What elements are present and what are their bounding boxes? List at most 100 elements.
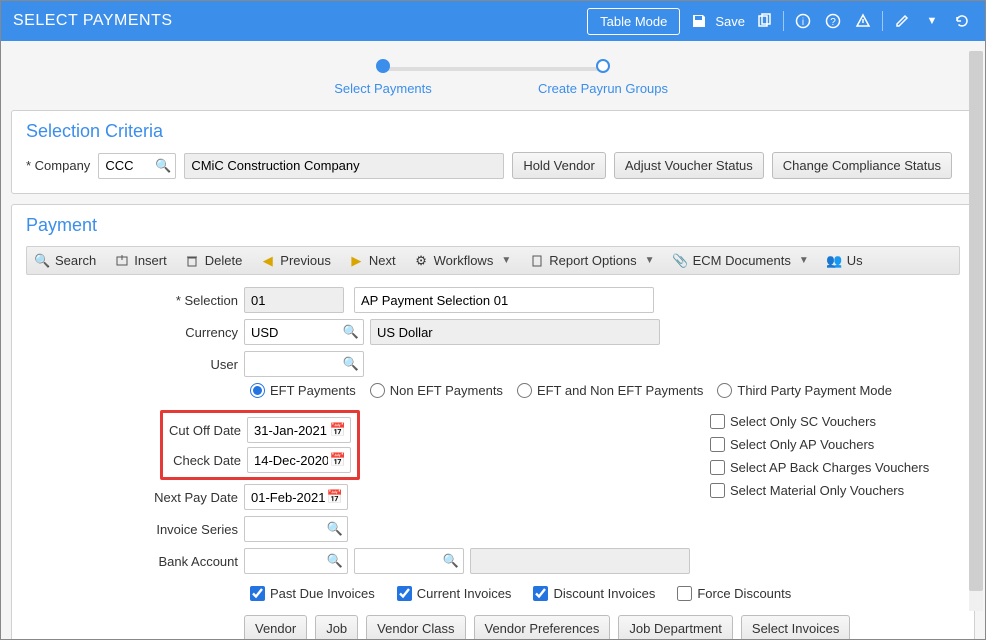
chevron-down-icon: ▼ [501, 255, 511, 266]
step-connector [383, 67, 603, 71]
user-icon: 👥 [827, 253, 842, 268]
calendar-icon[interactable]: 📅 [330, 452, 346, 468]
step-label: Select Payments [334, 81, 432, 96]
company-code-wrap: 🔍 [98, 153, 176, 179]
alert-icon[interactable] [852, 10, 874, 32]
date-section: Cut Off Date 📅 Check Date 📅 [26, 410, 960, 580]
bank-account-desc [470, 548, 690, 574]
delete-icon [185, 253, 200, 268]
vendor-class-button[interactable]: Vendor Class [366, 615, 465, 639]
step-dot [596, 59, 610, 73]
save-button[interactable]: Save [688, 10, 745, 32]
calendar-icon[interactable]: 📅 [327, 489, 343, 505]
step-select-payments[interactable]: Select Payments [273, 59, 493, 96]
header-actions: Table Mode Save i ? ▼ [587, 8, 973, 35]
company-name-display [184, 153, 504, 179]
svg-text:?: ? [830, 17, 836, 28]
calendar-icon[interactable]: 📅 [330, 422, 346, 438]
panel-title: Payment [26, 215, 960, 236]
company-label: Company [26, 158, 90, 173]
adjust-voucher-button[interactable]: Adjust Voucher Status [614, 152, 764, 179]
nextpay-label: Next Pay Date [26, 490, 244, 505]
wizard-stepper: Select Payments Create Payrun Groups [11, 41, 975, 110]
workflow-icon: ⚙ [414, 253, 429, 268]
table-mode-button[interactable]: Table Mode [587, 8, 680, 35]
bank-account-label: Bank Account [26, 554, 244, 569]
chk-ap-back[interactable]: Select AP Back Charges Vouchers [710, 460, 929, 475]
chk-only-sc[interactable]: Select Only SC Vouchers [710, 414, 929, 429]
vendor-button[interactable]: Vendor [244, 615, 307, 639]
toolbar-ecm-documents[interactable]: 📎ECM Documents▼ [673, 253, 809, 268]
check-label: Check Date [169, 453, 247, 468]
chevron-down-icon: ▼ [799, 255, 809, 266]
radio-non-eft[interactable]: Non EFT Payments [370, 383, 503, 398]
payment-type-radios: EFT Payments Non EFT Payments EFT and No… [250, 383, 960, 398]
chk-current[interactable]: Current Invoices [397, 586, 512, 601]
document-icon: 📎 [673, 253, 688, 268]
change-compliance-button[interactable]: Change Compliance Status [772, 152, 952, 179]
company-code-input[interactable] [98, 153, 176, 179]
hold-vendor-button[interactable]: Hold Vendor [512, 152, 606, 179]
payment-toolbar: 🔍Search Insert Delete ◀Previous ▶Next ⚙W… [26, 246, 960, 275]
chevron-down-icon: ▼ [645, 255, 655, 266]
job-dept-button[interactable]: Job Department [618, 615, 733, 639]
user-row: User 🔍 [26, 351, 960, 377]
currency-label: Currency [26, 325, 244, 340]
bank-account2-input[interactable] [354, 548, 464, 574]
chk-discount[interactable]: Discount Invoices [533, 586, 655, 601]
step-dot [376, 59, 390, 73]
chk-material[interactable]: Select Material Only Vouchers [710, 483, 929, 498]
invoice-series-input[interactable] [244, 516, 348, 542]
chk-past-due[interactable]: Past Due Invoices [250, 586, 375, 601]
page-title: SELECT PAYMENTS [13, 12, 173, 30]
chk-only-ap[interactable]: Select Only AP Vouchers [710, 437, 929, 452]
toolbar-search[interactable]: 🔍Search [35, 253, 96, 268]
arrow-right-icon: ▶ [349, 253, 364, 268]
payment-panel: Payment 🔍Search Insert Delete ◀Previous … [11, 204, 975, 639]
toolbar-previous[interactable]: ◀Previous [260, 253, 331, 268]
scrollbar-thumb[interactable] [969, 51, 983, 591]
selection-criteria-panel: Selection Criteria Company 🔍 Hold Vendor… [11, 110, 975, 194]
toolbar-user[interactable]: 👥Us [827, 253, 863, 268]
user-input[interactable] [244, 351, 364, 377]
copy-icon[interactable] [753, 10, 775, 32]
edit-icon[interactable] [891, 10, 913, 32]
report-icon [529, 253, 544, 268]
panel-title: Selection Criteria [26, 121, 960, 142]
step-create-payrun[interactable]: Create Payrun Groups [493, 59, 713, 96]
action-buttons: Vendor Job Vendor Class Vendor Preferenc… [244, 615, 960, 639]
svg-text:i: i [802, 17, 804, 28]
toolbar-workflows[interactable]: ⚙Workflows▼ [414, 253, 512, 268]
divider [783, 11, 784, 31]
selection-row: Selection [26, 287, 960, 313]
save-label: Save [715, 14, 745, 29]
toolbar-delete[interactable]: Delete [185, 253, 243, 268]
insert-icon [114, 253, 129, 268]
radio-eft[interactable]: EFT Payments [250, 383, 356, 398]
invoice-series-label: Invoice Series [26, 522, 244, 537]
selection-code [244, 287, 344, 313]
company-row: Company 🔍 Hold Vendor Adjust Voucher Sta… [26, 152, 960, 179]
currency-row: Currency 🔍 [26, 319, 960, 345]
currency-input[interactable] [244, 319, 364, 345]
radio-third-party[interactable]: Third Party Payment Mode [717, 383, 892, 398]
info-icon[interactable]: i [792, 10, 814, 32]
radio-eft-both[interactable]: EFT and Non EFT Payments [517, 383, 703, 398]
job-button[interactable]: Job [315, 615, 358, 639]
vendor-prefs-button[interactable]: Vendor Preferences [474, 615, 611, 639]
help-icon[interactable]: ? [822, 10, 844, 32]
bank-account-input[interactable] [244, 548, 348, 574]
cutoff-label: Cut Off Date [169, 423, 247, 438]
chk-force[interactable]: Force Discounts [677, 586, 791, 601]
refresh-icon[interactable] [951, 10, 973, 32]
toolbar-insert[interactable]: Insert [114, 253, 167, 268]
toolbar-next[interactable]: ▶Next [349, 253, 396, 268]
step-label: Create Payrun Groups [538, 81, 668, 96]
divider [882, 11, 883, 31]
chevron-down-icon[interactable]: ▼ [921, 10, 943, 32]
user-label: User [26, 357, 244, 372]
selection-desc-input[interactable] [354, 287, 654, 313]
arrow-left-icon: ◀ [260, 253, 275, 268]
select-invoices-button[interactable]: Select Invoices [741, 615, 850, 639]
toolbar-report-options[interactable]: Report Options▼ [529, 253, 654, 268]
